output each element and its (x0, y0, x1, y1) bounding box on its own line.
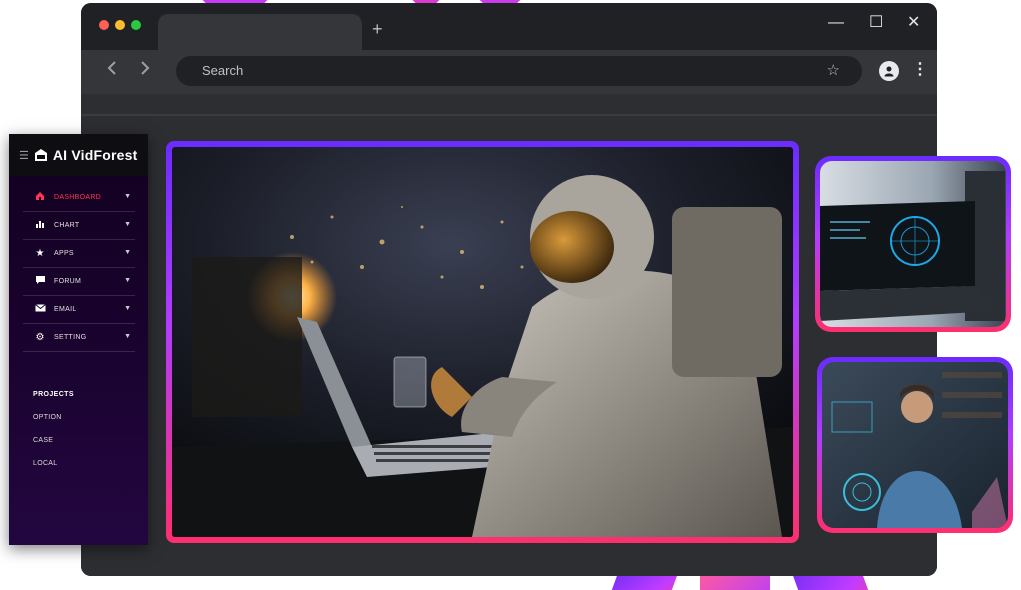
developer-hologram-image (822, 362, 1008, 528)
side-image-frame-top (815, 156, 1011, 332)
sidebar-header: ☰ AI VidForest (9, 134, 148, 176)
sidebar-item-dashboard[interactable]: DASHBOARD ▼ (23, 184, 135, 212)
browser-tab[interactable] (158, 14, 362, 50)
minimize-dot[interactable] (115, 20, 125, 30)
address-bar[interactable]: Search ☆ (176, 56, 862, 86)
sidebar-item-label: CHART (54, 222, 80, 229)
gear-icon: ⚙ (35, 332, 45, 343)
forward-button[interactable] (139, 60, 151, 80)
new-tab-button[interactable]: + (372, 20, 383, 38)
projects-heading: PROJECTS (33, 391, 74, 398)
sidebar-menu: DASHBOARD ▼ CHART ▼ ★ APPS ▼ FORUM ▼ EMA… (23, 184, 135, 352)
project-link-local[interactable]: LOCAL (33, 460, 57, 467)
bar-chart-icon (33, 219, 47, 232)
brand-name: AI VidForest (52, 147, 138, 163)
home-icon (33, 191, 47, 204)
chevron-down-icon: ▼ (124, 277, 131, 284)
maximize-button[interactable]: ☐ (869, 13, 883, 33)
sidebar: ☰ AI VidForest DASHBOARD ▼ CHART ▼ ★ APP… (9, 134, 148, 545)
chevron-right-icon (141, 61, 150, 75)
sidebar-item-setting[interactable]: ⚙ SETTING ▼ (23, 324, 135, 352)
star-icon[interactable]: ☆ (827, 61, 840, 79)
laptop-brain-hologram-image (820, 161, 1006, 327)
side-image-frame-bottom (817, 357, 1013, 533)
traffic-lights (99, 20, 141, 30)
main-image-frame (166, 141, 799, 543)
close-dot[interactable] (99, 20, 109, 30)
chevron-down-icon: ▼ (124, 249, 131, 256)
back-button[interactable] (106, 60, 118, 80)
sidebar-item-label: SETTING (54, 334, 87, 341)
title-bar: + — ☐ ✕ (81, 3, 937, 50)
project-link-option[interactable]: OPTION (33, 414, 62, 421)
sidebar-item-label: DASHBOARD (54, 194, 102, 201)
chevron-down-icon: ▼ (124, 193, 131, 200)
search-input[interactable]: Search (202, 63, 243, 78)
decor-shape (602, 575, 678, 590)
chat-icon (33, 275, 47, 288)
minimize-button[interactable]: — (828, 13, 844, 33)
sidebar-item-label: APPS (54, 250, 74, 257)
zoom-dot[interactable] (131, 20, 141, 30)
browser-toolbar: Search ☆ ⋮ (81, 50, 937, 94)
sidebar-item-label: FORUM (54, 278, 82, 285)
chevron-down-icon: ▼ (124, 333, 131, 340)
logo-icon (34, 149, 47, 161)
sidebar-item-forum[interactable]: FORUM ▼ (23, 268, 135, 296)
hamburger-icon[interactable]: ☰ (19, 149, 29, 162)
user-icon[interactable] (879, 61, 899, 81)
kebab-icon[interactable]: ⋮ (912, 59, 928, 79)
stage: + — ☐ ✕ Search ☆ ⋮ ☰ AI VidForest DASHBO… (0, 0, 1021, 590)
decor-shape (792, 575, 878, 590)
project-link-case[interactable]: CASE (33, 437, 53, 444)
star-icon: ★ (35, 248, 45, 259)
sidebar-item-chart[interactable]: CHART ▼ (23, 212, 135, 240)
chevron-down-icon: ▼ (124, 305, 131, 312)
divider (81, 114, 937, 116)
sidebar-item-email[interactable]: EMAIL ▼ (23, 296, 135, 324)
mail-icon (33, 304, 47, 315)
close-button[interactable]: ✕ (907, 13, 920, 33)
chevron-left-icon (107, 61, 116, 75)
sidebar-item-apps[interactable]: ★ APPS ▼ (23, 240, 135, 268)
chevron-down-icon: ▼ (124, 221, 131, 228)
astronaut-laptop-image (172, 147, 793, 537)
sidebar-item-label: EMAIL (54, 306, 77, 313)
